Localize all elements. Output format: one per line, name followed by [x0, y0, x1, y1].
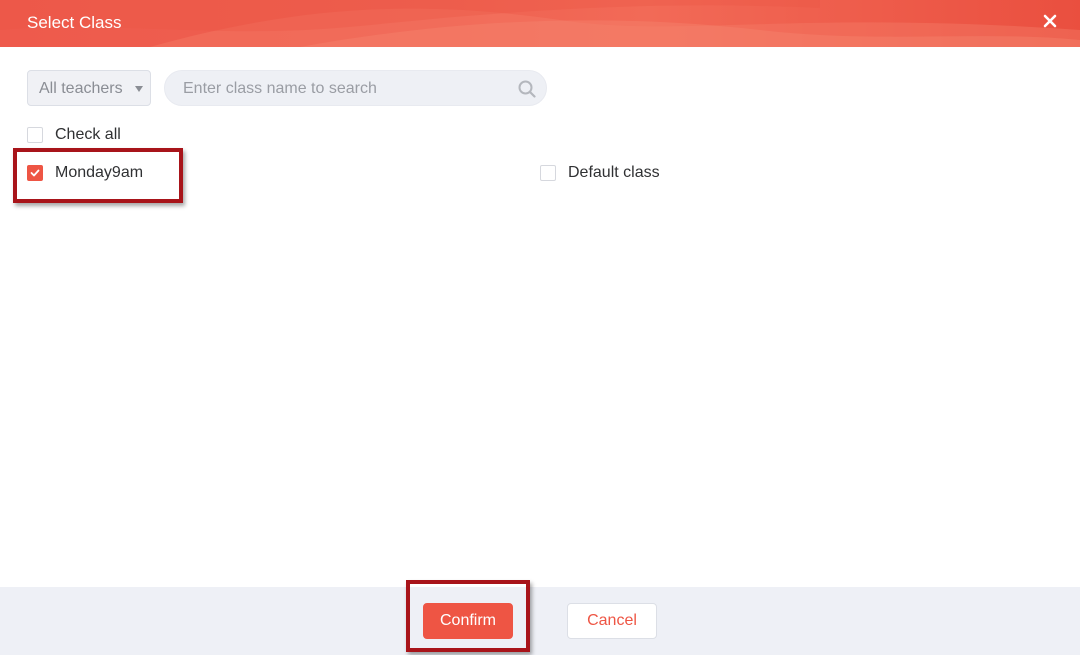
check-all-label: Check all	[55, 126, 121, 143]
class-item-default-class[interactable]: Default class	[540, 162, 680, 184]
select-class-dialog: Select Class All teachers Check all M	[0, 0, 1080, 655]
close-icon[interactable]	[1042, 13, 1058, 29]
cancel-button[interactable]: Cancel	[567, 603, 657, 639]
check-all-checkbox[interactable]: Check all	[27, 124, 137, 146]
dialog-header: Select Class	[0, 0, 1080, 47]
teacher-select[interactable]: All teachers	[27, 70, 151, 106]
search-icon[interactable]	[518, 80, 536, 98]
check-all-box[interactable]	[27, 127, 43, 143]
caret-down-icon	[135, 86, 143, 92]
class-item-label: Default class	[568, 164, 660, 181]
default-class-checkbox[interactable]	[540, 165, 556, 181]
highlight-box-confirm	[406, 580, 530, 652]
dialog-footer: Confirm Cancel	[0, 587, 1080, 655]
class-search-input[interactable]	[183, 78, 503, 100]
header-wave-decoration	[0, 0, 1080, 47]
class-search	[164, 70, 547, 106]
dialog-title: Select Class	[27, 13, 122, 32]
teacher-select-value: All teachers	[39, 80, 123, 97]
highlight-box-monday9am	[13, 148, 183, 203]
